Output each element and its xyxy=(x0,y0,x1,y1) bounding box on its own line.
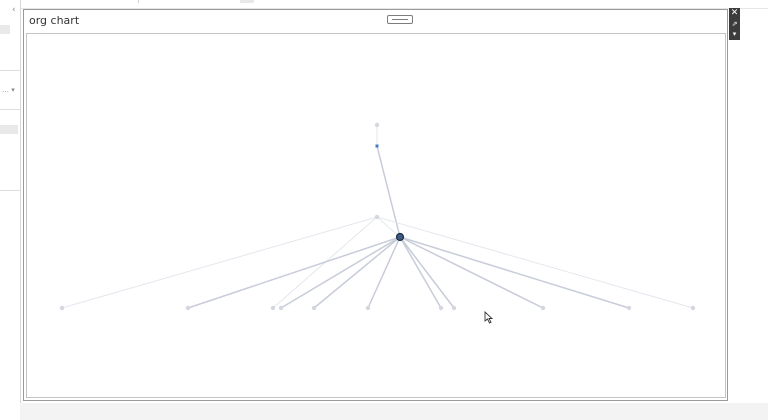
side-panel-divider xyxy=(0,109,20,110)
org-edge-n_center-leaf_2 xyxy=(187,236,401,309)
org-node-leaf_10[interactable] xyxy=(626,305,632,311)
org-node-n_top_blue[interactable] xyxy=(375,144,379,148)
menu-caret-icon[interactable]: ▾ xyxy=(729,29,740,39)
popout-icon[interactable]: ⇗ xyxy=(729,19,740,29)
org-node-n_mid[interactable] xyxy=(374,214,380,220)
side-panel-divider xyxy=(0,70,20,71)
side-panel-divider xyxy=(0,190,20,191)
org-edge-n_center-leaf_4 xyxy=(280,236,401,309)
org-node-leaf_11[interactable] xyxy=(690,305,696,311)
close-icon[interactable]: ✕ xyxy=(729,8,740,18)
toolbar-divider xyxy=(240,0,254,3)
mouse-cursor-icon xyxy=(484,311,493,324)
org-node-leaf_1[interactable] xyxy=(59,305,65,311)
left-side-panel: ‹ … ▾ xyxy=(0,0,21,420)
org-node-leaf_8[interactable] xyxy=(451,305,457,311)
org-edge-n_center-leaf_5 xyxy=(313,236,401,309)
org-node-leaf_5[interactable] xyxy=(311,305,317,311)
org-edge-n_center-leaf_6 xyxy=(367,236,401,309)
org-chart-canvas[interactable] xyxy=(26,33,726,398)
org-node-n_top_faint[interactable] xyxy=(374,122,380,128)
org-node-leaf_7[interactable] xyxy=(438,305,444,311)
window-mini-toolbar: ✕ ⇗ ▾ xyxy=(729,8,740,40)
top-toolbar-strip xyxy=(0,0,768,9)
side-panel-item[interactable] xyxy=(0,125,18,134)
side-panel-item[interactable] xyxy=(0,25,10,34)
side-panel-dropdown[interactable]: … ▾ xyxy=(2,87,15,94)
org-edge-n_center-leaf_8 xyxy=(399,236,455,309)
org-edge-n_mid-leaf_11 xyxy=(376,216,694,309)
modal-title: org chart xyxy=(29,14,80,27)
toolbar-divider xyxy=(138,0,139,3)
org-node-leaf_2[interactable] xyxy=(185,305,191,311)
org-chart-modal: org chart xyxy=(23,9,728,401)
org-node-n_center[interactable] xyxy=(395,232,405,242)
collapse-icon[interactable]: ‹ xyxy=(12,6,16,15)
org-edge-n_top_blue-n_center xyxy=(376,145,401,238)
org-node-leaf_4[interactable] xyxy=(278,305,284,311)
app-root: ‹ … ▾ org chart ✕ ⇗ ▾ xyxy=(0,0,768,420)
org-chart-graph[interactable] xyxy=(27,34,725,397)
org-node-leaf_9[interactable] xyxy=(540,305,546,311)
org-node-leaf_3[interactable] xyxy=(270,305,276,311)
org-edge-n_center-leaf_9 xyxy=(399,236,544,309)
org-node-leaf_6[interactable] xyxy=(365,305,371,311)
drag-handle[interactable] xyxy=(387,15,413,24)
bottom-strip xyxy=(20,403,768,420)
